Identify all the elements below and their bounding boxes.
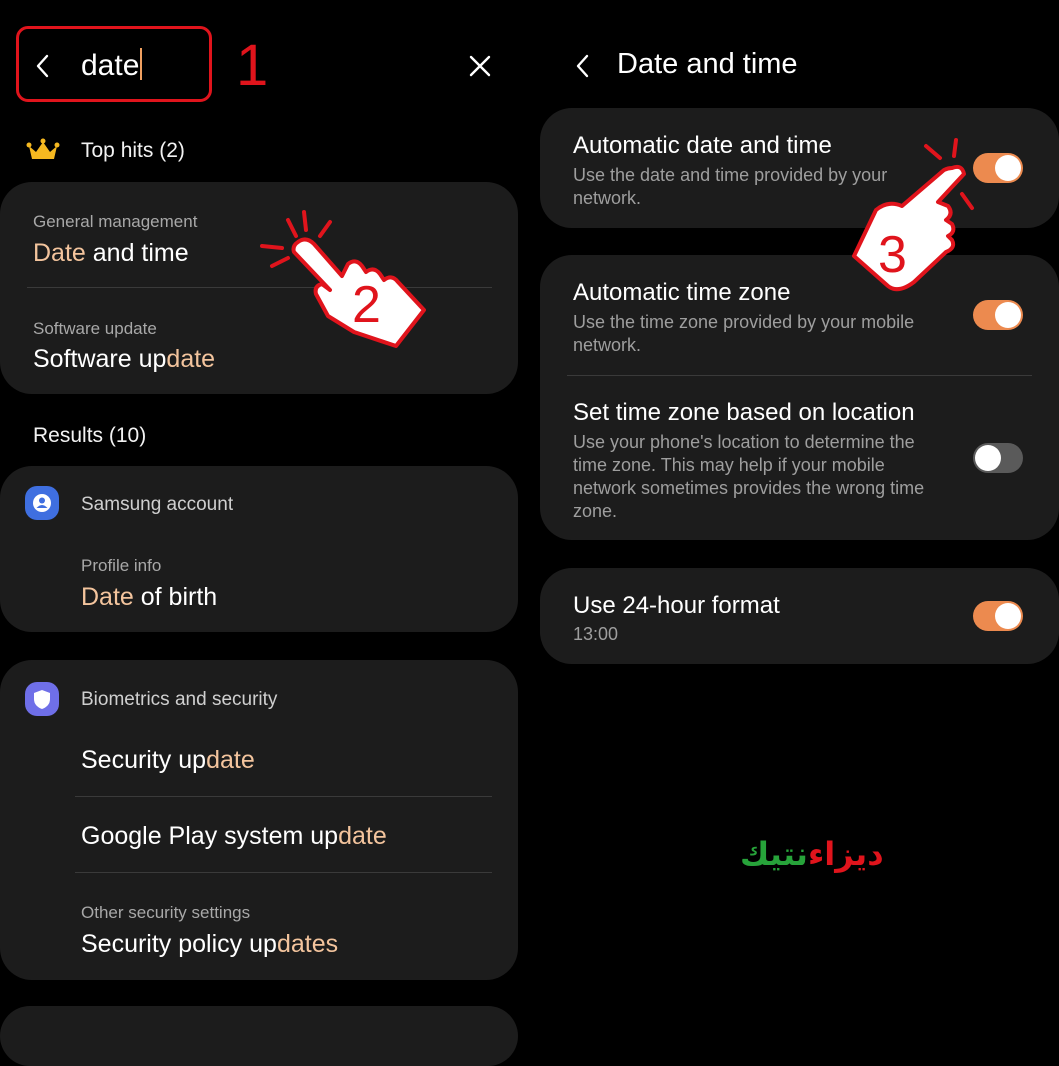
biometrics-security-card: Biometrics and security Security update … xyxy=(0,660,518,980)
crown-icon xyxy=(26,137,60,163)
step-number-3: 3 xyxy=(878,226,907,284)
shield-icon xyxy=(25,682,59,716)
divider xyxy=(75,796,492,797)
text-caret xyxy=(140,48,143,80)
result-security-policy-updates[interactable]: Security policy updates xyxy=(81,930,338,959)
tap-hand-icon: 3 xyxy=(852,138,974,292)
page-title: Date and time xyxy=(617,48,798,80)
24-hour-format-toggle[interactable] xyxy=(973,601,1023,631)
24-hour-format-card[interactable]: Use 24-hour format 13:00 xyxy=(540,568,1059,664)
samsung-account-card: Samsung account Profile info Date of bir… xyxy=(0,466,518,632)
result-google-play-system-update[interactable]: Google Play system update xyxy=(81,822,387,851)
setting-title[interactable]: Automatic time zone xyxy=(573,279,790,307)
setting-description: 13:00 xyxy=(573,624,619,644)
result-security-update[interactable]: Security update xyxy=(81,746,255,775)
watermark-logo: ديزاءنتيك xyxy=(740,836,884,872)
next-result-card xyxy=(0,1006,518,1066)
results-label: Results (10) xyxy=(33,424,147,447)
result-date-of-birth[interactable]: Date of birth xyxy=(81,583,217,612)
divider xyxy=(75,872,492,873)
setting-description: Use your phone's location to determine t… xyxy=(573,432,925,521)
step-number-2: 2 xyxy=(352,276,381,334)
result-software-update[interactable]: Software update xyxy=(33,345,215,374)
result-date-and-time[interactable]: Date and time xyxy=(33,239,189,268)
result-category: Profile info xyxy=(81,556,162,575)
top-hits-label: Top hits (2) xyxy=(81,139,185,162)
setting-description: Use the time zone provided by your mobil… xyxy=(573,312,915,355)
app-title-biometrics: Biometrics and security xyxy=(81,689,278,710)
step-number-1: 1 xyxy=(236,33,269,98)
setting-title: Use 24-hour format xyxy=(573,592,780,619)
setting-title: Automatic date and time xyxy=(573,132,832,159)
tap-hand-icon: 2 xyxy=(260,210,426,348)
search-input[interactable]: date xyxy=(81,48,143,83)
app-title-samsung-account: Samsung account xyxy=(81,494,234,515)
result-category: Software update xyxy=(33,319,157,338)
location-time-zone-toggle[interactable] xyxy=(973,443,1023,473)
chevron-left-icon[interactable] xyxy=(570,52,598,80)
result-category: General management xyxy=(33,212,198,231)
search-pane: date 1 Top hits (2) General management D… xyxy=(0,0,530,1066)
date-time-pane: Date and time Automatic date and time Us… xyxy=(530,0,1059,1024)
close-icon[interactable] xyxy=(466,52,494,80)
result-category: Other security settings xyxy=(81,903,251,922)
divider xyxy=(567,375,1032,376)
setting-title[interactable]: Set time zone based on location xyxy=(573,399,915,427)
account-icon xyxy=(25,486,59,520)
chevron-left-icon[interactable] xyxy=(30,52,58,80)
